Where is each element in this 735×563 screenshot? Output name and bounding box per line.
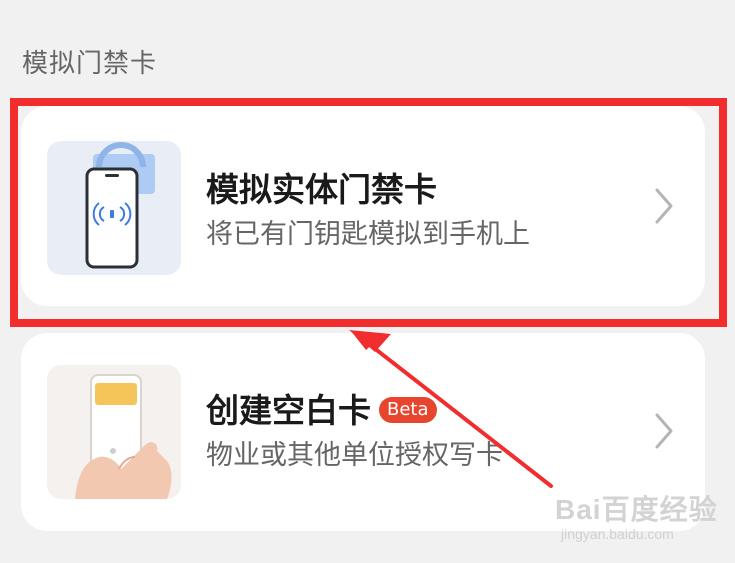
chevron-right-icon bbox=[655, 188, 673, 224]
card-title-text: 创建空白卡 bbox=[206, 391, 371, 430]
chevron-right-icon bbox=[655, 413, 673, 449]
section-title: 模拟门禁卡 bbox=[22, 49, 158, 79]
card-subtitle: 将已有门钥匙模拟到手机上 bbox=[206, 219, 530, 250]
beta-badge: Beta bbox=[379, 396, 437, 423]
card-title: 模拟实体门禁卡 bbox=[206, 170, 437, 209]
phone-nfc-icon bbox=[47, 141, 181, 275]
card-subtitle: 物业或其他单位授权写卡 bbox=[206, 440, 503, 471]
create-blank-card-item[interactable]: 创建空白卡 Beta 物业或其他单位授权写卡 bbox=[21, 333, 705, 531]
emulate-physical-card-item[interactable]: 模拟实体门禁卡 将已有门钥匙模拟到手机上 bbox=[21, 106, 705, 306]
card-title: 创建空白卡 Beta bbox=[206, 389, 437, 433]
hand-phone-card-icon bbox=[47, 365, 181, 499]
